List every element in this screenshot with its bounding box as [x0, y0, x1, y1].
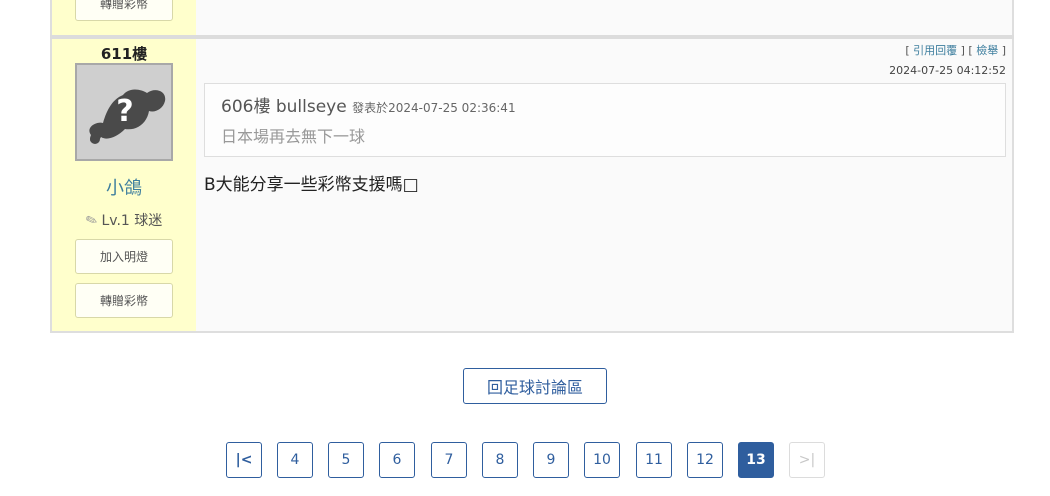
follow-button[interactable]: 加入明燈: [75, 239, 173, 274]
level-title: 球迷: [134, 213, 163, 229]
quote-text: 日本場再去無下一球: [221, 127, 366, 146]
floor-number: 611樓: [100, 45, 148, 63]
page-9[interactable]: 9: [533, 442, 569, 478]
quote-header: 606樓 bullseye 發表於2024-07-25 02:36:41: [221, 92, 989, 117]
last-page-icon: >|: [798, 452, 816, 468]
quote-meta: 發表於2024-07-25 02:36:41: [352, 101, 516, 115]
page-4[interactable]: 4: [277, 442, 313, 478]
quote-author: bullseye: [275, 97, 347, 117]
post-timestamp: 2024-07-25 04:12:52: [889, 64, 1006, 77]
last-page-button[interactable]: >|: [789, 442, 825, 478]
quote-floor: 606樓: [221, 97, 271, 117]
first-page-button[interactable]: |<: [226, 442, 262, 478]
previous-gift-button[interactable]: 轉贈彩幣: [75, 0, 173, 21]
page-10[interactable]: 10: [584, 442, 620, 478]
gift-coins-button[interactable]: 轉贈彩幣: [75, 283, 173, 318]
user-level: ✎ Lv.1 球迷: [52, 210, 196, 230]
page-12[interactable]: 12: [687, 442, 723, 478]
svg-text:?: ?: [116, 94, 133, 129]
quote-reply-link[interactable]: 引用回覆: [913, 44, 957, 57]
username[interactable]: 小鴿: [52, 174, 196, 200]
first-page-icon: |<: [235, 452, 253, 468]
forum-post: 611樓 ? 小鴿 ✎ Lv.1 球迷 加入明燈 轉贈彩幣 [ 引用回覆 ] [ …: [50, 39, 1014, 333]
post-content: B大能分享一些彩幣支援嗎□: [204, 175, 419, 195]
back-to-forum-button[interactable]: 回足球討論區: [463, 368, 607, 404]
previous-user-column: 轉贈彩幣: [52, 0, 196, 36]
page-11[interactable]: 11: [636, 442, 672, 478]
default-avatar-icon: ?: [77, 65, 171, 159]
level-number: Lv.1: [101, 213, 130, 229]
quoted-post: 606樓 bullseye 發表於2024-07-25 02:36:41 日本場…: [204, 83, 1006, 157]
page-8[interactable]: 8: [482, 442, 518, 478]
page-7[interactable]: 7: [431, 442, 467, 478]
pencil-icon: ✎: [83, 211, 100, 231]
avatar[interactable]: ?: [75, 63, 173, 161]
user-info-column: 611樓 ? 小鴿 ✎ Lv.1 球迷 加入明燈 轉贈彩幣: [52, 39, 196, 331]
post-actions: [ 引用回覆 ] [ 檢舉 ]: [905, 44, 1006, 57]
page-13-current[interactable]: 13: [738, 442, 774, 478]
page-6[interactable]: 6: [379, 442, 415, 478]
page-5[interactable]: 5: [328, 442, 364, 478]
previous-post: 轉贈彩幣: [50, 0, 1014, 36]
report-link[interactable]: 檢舉: [976, 44, 998, 57]
